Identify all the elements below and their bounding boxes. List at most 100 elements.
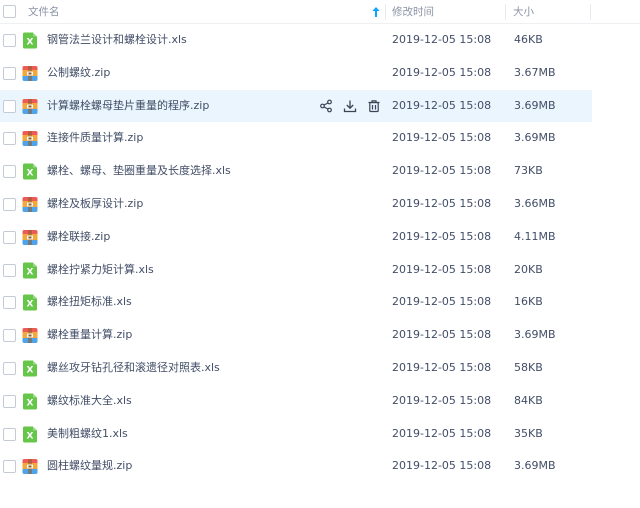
svg-text:X: X: [27, 398, 34, 408]
column-header-modified[interactable]: 修改时间: [392, 0, 434, 24]
file-row[interactable]: 连接件质量计算.zip 2019-12-05 15:08 3.69MB: [0, 122, 592, 155]
file-modified-time: 2019-12-05 15:08: [392, 426, 492, 440]
svg-text:X: X: [27, 431, 34, 441]
file-name-link[interactable]: 螺栓联接.zip: [47, 221, 110, 254]
column-divider[interactable]: [385, 4, 386, 20]
row-checkbox[interactable]: [3, 361, 16, 375]
file-name-link[interactable]: 螺栓扭矩标准.xls: [47, 286, 132, 319]
zip-archive-icon: [22, 229, 38, 246]
file-name-link[interactable]: 公制螺纹.zip: [47, 57, 110, 90]
svg-text:X: X: [27, 38, 34, 48]
row-checkbox[interactable]: [3, 132, 16, 146]
column-header-name[interactable]: 文件名: [28, 0, 60, 24]
zip-archive-icon: [22, 98, 38, 115]
file-size: 3.69MB: [514, 328, 556, 342]
svg-text:X: X: [27, 169, 34, 179]
row-checkbox[interactable]: [3, 460, 16, 474]
excel-file-icon: X: [22, 426, 38, 443]
file-row[interactable]: X 螺栓拧紧力矩计算.xls 2019-12-05 15:08 20KB: [0, 254, 592, 287]
file-size: 46KB: [514, 33, 543, 46]
file-name-link[interactable]: 螺栓、螺母、垫圈重量及长度选择.xls: [47, 155, 231, 188]
zip-archive-icon: [22, 196, 38, 213]
file-modified-time: 2019-12-05 15:08: [392, 164, 492, 178]
file-size: 16KB: [514, 295, 543, 309]
row-checkbox[interactable]: [3, 427, 16, 441]
row-checkbox[interactable]: [3, 296, 16, 310]
file-name-link[interactable]: 螺栓重量计算.zip: [47, 319, 132, 352]
download-icon[interactable]: [343, 99, 357, 113]
excel-file-icon: X: [22, 360, 38, 377]
file-size: 3.69MB: [514, 98, 556, 112]
row-checkbox[interactable]: [3, 165, 16, 179]
file-size: 3.69MB: [514, 131, 556, 145]
file-size: 35KB: [514, 426, 543, 440]
excel-file-icon: X: [22, 32, 38, 49]
file-row[interactable]: 公制螺纹.zip 2019-12-05 15:08 3.67MB: [0, 57, 592, 90]
file-name-link[interactable]: 钢管法兰设计和螺栓设计.xls: [47, 24, 187, 57]
file-row[interactable]: 螺栓重量计算.zip 2019-12-05 15:08 3.69MB: [0, 319, 592, 352]
file-modified-time: 2019-12-05 15:08: [392, 328, 492, 342]
file-name-link[interactable]: 螺栓及板厚设计.zip: [47, 188, 143, 221]
row-checkbox[interactable]: [3, 329, 16, 343]
file-row[interactable]: X 钢管法兰设计和螺栓设计.xls 2019-12-05 15:08 46KB: [0, 24, 592, 57]
svg-text:X: X: [27, 267, 34, 277]
file-row[interactable]: 计算螺栓螺母垫片重量的程序.zip 2019-12-05 15:08 3.69MB: [0, 89, 592, 123]
file-modified-time: 2019-12-05 15:08: [392, 459, 492, 473]
file-modified-time: 2019-12-05 15:08: [392, 33, 492, 46]
file-modified-time: 2019-12-05 15:08: [392, 131, 492, 145]
row-checkbox[interactable]: [3, 394, 16, 408]
row-checkbox[interactable]: [3, 34, 16, 47]
file-row[interactable]: X 螺纹标准大全.xls 2019-12-05 15:08 84KB: [0, 385, 592, 418]
file-modified-time: 2019-12-05 15:08: [392, 295, 492, 309]
column-divider[interactable]: [505, 4, 506, 20]
file-row[interactable]: X 螺丝攻牙钻孔径和滚遗径对照表.xls 2019-12-05 15:08 58KB: [0, 352, 592, 385]
column-header-size[interactable]: 大小: [513, 0, 534, 24]
file-size: 73KB: [514, 164, 543, 178]
delete-icon[interactable]: [367, 99, 381, 113]
file-modified-time: 2019-12-05 15:08: [392, 196, 492, 210]
zip-archive-icon: [22, 458, 38, 475]
file-name-link[interactable]: 美制粗螺纹1.xls: [47, 418, 128, 451]
svg-text:X: X: [27, 300, 34, 310]
file-row[interactable]: X 螺栓、螺母、垫圈重量及长度选择.xls 2019-12-05 15:08 73KB: [0, 155, 592, 188]
row-checkbox[interactable]: [3, 230, 16, 244]
row-checkbox[interactable]: [3, 99, 16, 113]
file-size: 58KB: [514, 360, 543, 374]
file-size: 3.66MB: [514, 196, 556, 210]
file-size: 20KB: [514, 262, 543, 276]
excel-file-icon: X: [22, 393, 38, 410]
sort-ascending-arrow-icon[interactable]: [371, 6, 381, 18]
file-size: 3.69MB: [514, 459, 556, 473]
zip-archive-icon: [22, 65, 38, 82]
file-name-link[interactable]: 圆柱螺纹量规.zip: [47, 450, 132, 483]
file-row[interactable]: X 美制粗螺纹1.xls 2019-12-05 15:08 35KB: [0, 418, 592, 451]
file-modified-time: 2019-12-05 15:08: [392, 262, 492, 276]
file-name-link[interactable]: 计算螺栓螺母垫片重量的程序.zip: [47, 90, 209, 123]
zip-archive-icon: [22, 130, 38, 147]
file-size: 4.11MB: [514, 229, 556, 243]
file-name-link[interactable]: 螺纹标准大全.xls: [47, 385, 132, 418]
file-row[interactable]: 圆柱螺纹量规.zip 2019-12-05 15:08 3.69MB: [0, 450, 592, 483]
file-name-link[interactable]: 连接件质量计算.zip: [47, 122, 143, 155]
svg-text:X: X: [27, 365, 34, 375]
file-modified-time: 2019-12-05 15:08: [392, 98, 492, 112]
excel-file-icon: X: [22, 262, 38, 279]
row-checkbox[interactable]: [3, 66, 16, 80]
zip-archive-icon: [22, 327, 38, 344]
excel-file-icon: X: [22, 294, 38, 311]
file-modified-time: 2019-12-05 15:08: [392, 65, 492, 79]
row-checkbox[interactable]: [3, 197, 16, 211]
file-name-link[interactable]: 螺丝攻牙钻孔径和滚遗径对照表.xls: [47, 352, 220, 385]
file-row[interactable]: 螺栓联接.zip 2019-12-05 15:08 4.11MB: [0, 221, 592, 254]
share-icon[interactable]: [319, 99, 333, 113]
file-modified-time: 2019-12-05 15:08: [392, 229, 492, 243]
file-row[interactable]: X 螺栓扭矩标准.xls 2019-12-05 15:08 16KB: [0, 286, 592, 319]
file-list-header: 文件名 修改时间 大小: [0, 0, 640, 24]
row-checkbox[interactable]: [3, 263, 16, 277]
file-modified-time: 2019-12-05 15:08: [392, 393, 492, 407]
file-row[interactable]: 螺栓及板厚设计.zip 2019-12-05 15:08 3.66MB: [0, 188, 592, 221]
select-all-checkbox[interactable]: [3, 5, 16, 18]
file-list: X 钢管法兰设计和螺栓设计.xls 2019-12-05 15:08 46KB 公制螺纹…: [0, 24, 640, 483]
column-divider[interactable]: [590, 4, 591, 20]
file-name-link[interactable]: 螺栓拧紧力矩计算.xls: [47, 254, 154, 287]
